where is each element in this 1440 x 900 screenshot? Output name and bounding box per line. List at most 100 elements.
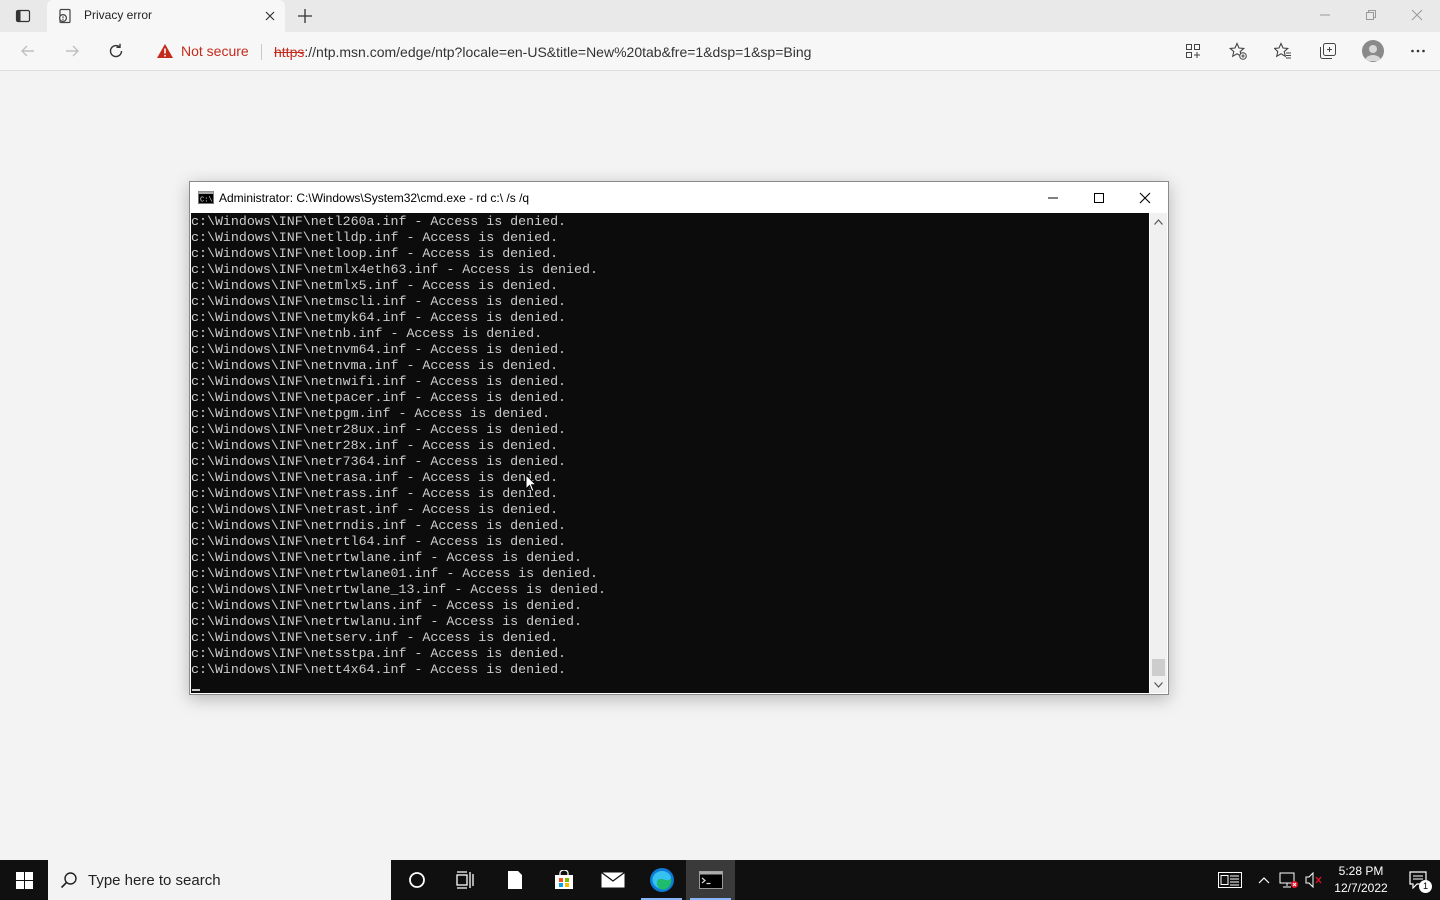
app-available-button[interactable] — [1181, 39, 1205, 63]
console-cursor — [192, 689, 200, 691]
chevron-down-icon — [1154, 681, 1163, 688]
news-icon — [1218, 872, 1242, 888]
task-view-button[interactable] — [441, 860, 490, 900]
taskbar: Type here to search 5:28 PM 12/7/2022 1 — [0, 860, 1440, 900]
url-text[interactable]: https://ntp.msn.com/edge/ntp?locale=en-U… — [274, 44, 811, 60]
settings-more-button[interactable] — [1406, 39, 1430, 63]
console-line: c:\Windows\INF\netrass.inf - Access is d… — [191, 486, 559, 501]
toolbar-right-tools — [1160, 32, 1430, 70]
cmd-titlebar[interactable]: C:\ Administrator: C:\Windows\System32\c… — [190, 182, 1168, 213]
volume-button[interactable] — [1302, 860, 1326, 900]
show-hidden-icons-button[interactable] — [1252, 860, 1276, 900]
back-button[interactable] — [16, 39, 40, 63]
network-button[interactable] — [1276, 860, 1302, 900]
scrollbar-thumb[interactable] — [1152, 659, 1165, 676]
news-widget-button[interactable] — [1208, 860, 1252, 900]
console-line: c:\Windows\INF\nett4x64.inf - Access is … — [191, 662, 567, 677]
forward-button[interactable] — [60, 39, 84, 63]
console-line: c:\Windows\INF\netrtwlane.inf - Access i… — [191, 550, 582, 565]
console-line: c:\Windows\INF\netrndis.inf - Access is … — [191, 518, 567, 533]
console-line: c:\Windows\INF\netserv.inf - Access is d… — [191, 630, 559, 645]
tab-close-icon[interactable] — [262, 8, 278, 24]
cmd-app-icon: C:\ — [198, 191, 214, 204]
browser-minimize-button[interactable] — [1302, 0, 1348, 30]
mail-envelope-icon — [600, 872, 625, 888]
collections-icon — [1320, 43, 1336, 59]
address-bar[interactable]: Not secure https://ntp.msn.com/edge/ntp?… — [146, 36, 1246, 66]
minimize-icon — [1320, 14, 1330, 16]
scroll-down-button[interactable] — [1150, 676, 1167, 693]
console-line: c:\Windows\INF\netloop.inf - Access is d… — [191, 246, 559, 261]
cmd-window-title: Administrator: C:\Windows\System32\cmd.e… — [219, 191, 530, 205]
clock-time: 5:28 PM — [1338, 864, 1384, 878]
console-line: c:\Windows\INF\netpacer.inf - Access is … — [191, 390, 567, 405]
edge-browser-icon — [649, 868, 674, 892]
cortana-circle-icon — [408, 872, 425, 888]
console-line: c:\Windows\INF\netnvm64.inf - Access is … — [191, 342, 567, 357]
document-icon — [507, 871, 522, 889]
cmd-window: C:\ Administrator: C:\Windows\System32\c… — [189, 181, 1169, 695]
tab-privacy-error[interactable]: Privacy error — [47, 0, 285, 32]
person-icon — [1365, 45, 1381, 61]
console-line: c:\Windows\INF\netpgm.inf - Access is de… — [191, 406, 551, 421]
edge-taskbar-button[interactable] — [637, 860, 686, 900]
app-grid-icon — [1186, 44, 1200, 58]
collections-button[interactable] — [1316, 39, 1340, 63]
scroll-up-button[interactable] — [1150, 213, 1167, 230]
browser-restore-button[interactable] — [1348, 0, 1394, 30]
console-line: c:\Windows\INF\netmlx4eth63.inf - Access… — [191, 262, 598, 277]
console-output[interactable]: c:\Windows\INF\netl260a.inf - Access is … — [191, 213, 1149, 693]
forward-arrow-icon — [66, 45, 79, 57]
console-line: c:\Windows\INF\netmyk64.inf - Access is … — [191, 310, 567, 325]
console-scrollbar[interactable] — [1150, 213, 1167, 693]
new-tab-icon[interactable] — [295, 6, 315, 26]
console-line: c:\Windows\INF\netrtwlans.inf - Access i… — [191, 598, 582, 613]
cmd-app-icon — [698, 871, 723, 889]
browser-tab-strip: Privacy error — [0, 0, 1440, 32]
security-indicator[interactable]: Not secure — [156, 43, 249, 59]
cmd-taskbar-button[interactable] — [686, 860, 735, 900]
tab-actions-button[interactable] — [6, 3, 40, 29]
add-favorite-button[interactable] — [1226, 39, 1250, 63]
notepad-taskbar-button[interactable] — [490, 860, 539, 900]
tab-title: Privacy error — [84, 8, 153, 22]
mouse-pointer-icon — [525, 474, 537, 493]
url-rest: ://ntp.msn.com/edge/ntp?locale=en-US&tit… — [304, 44, 812, 60]
action-center-button[interactable]: 1 — [1396, 860, 1440, 900]
console-line: c:\Windows\INF\netrasa.inf - Access is d… — [191, 470, 559, 485]
refresh-button[interactable] — [104, 39, 128, 63]
clock-date: 12/7/2022 — [1334, 881, 1388, 895]
browser-close-button[interactable] — [1394, 0, 1440, 30]
close-icon — [1411, 9, 1423, 21]
svg-text:C:\: C:\ — [200, 197, 213, 205]
cmd-close-button[interactable] — [1122, 182, 1168, 213]
more-dots-icon — [1411, 49, 1425, 53]
console-line: c:\Windows\INF\netrtwlane01.inf - Access… — [191, 566, 598, 581]
console-line: c:\Windows\INF\netrtwlanu.inf - Access i… — [191, 614, 582, 629]
search-icon — [60, 872, 77, 889]
not-secure-label: Not secure — [181, 43, 249, 59]
profile-button[interactable] — [1361, 39, 1385, 63]
console-line: c:\Windows\INF\netrast.inf - Access is d… — [191, 502, 559, 517]
cortana-button[interactable] — [392, 860, 441, 900]
console-line: c:\Windows\INF\netrtwlane_13.inf - Acces… — [191, 582, 606, 597]
network-disconnected-icon — [1279, 872, 1298, 888]
maximize-icon — [1094, 192, 1104, 203]
clock[interactable]: 5:28 PM 12/7/2022 — [1326, 860, 1396, 900]
search-placeholder: Type here to search — [88, 872, 221, 889]
console-line: c:\Windows\INF\netr28ux.inf - Access is … — [191, 422, 567, 437]
cmd-maximize-button[interactable] — [1076, 182, 1122, 213]
restore-icon — [1366, 10, 1376, 20]
cmd-minimize-button[interactable] — [1030, 182, 1076, 213]
favorites-icon — [1274, 42, 1291, 59]
taskbar-search-box[interactable]: Type here to search — [48, 860, 391, 900]
store-taskbar-button[interactable] — [539, 860, 588, 900]
cmd-window-controls — [1030, 182, 1168, 213]
console-line: c:\Windows\INF\netrtl64.inf - Access is … — [191, 534, 567, 549]
address-separator — [261, 44, 262, 60]
star-add-icon — [1229, 42, 1247, 60]
favorites-button[interactable] — [1271, 39, 1295, 63]
start-button[interactable] — [0, 860, 48, 900]
mail-taskbar-button[interactable] — [588, 860, 637, 900]
taskbar-apps — [392, 860, 735, 900]
